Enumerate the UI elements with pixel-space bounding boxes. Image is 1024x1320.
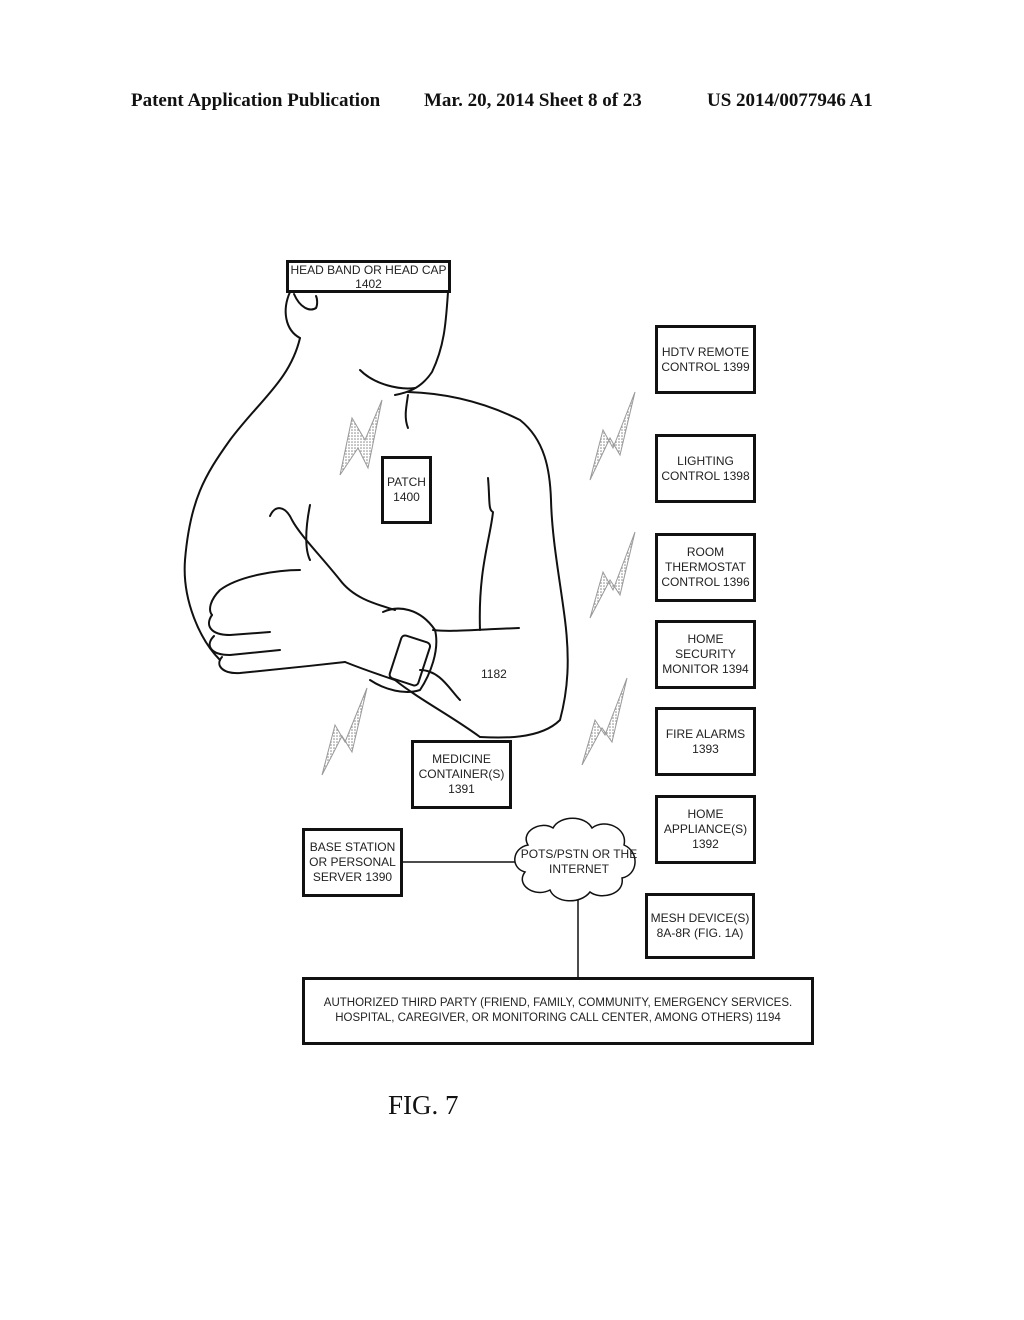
right-shoulder	[407, 391, 569, 739]
mesh-device-box: MESH DEVICE(S) 8A-8R (FIG. 1A)	[645, 893, 755, 959]
head-band-box: HEAD BAND OR HEAD CAP 1402	[286, 260, 451, 293]
hdtv-remote-box: HDTV REMOTE CONTROL 1399	[655, 325, 756, 394]
arm-crease	[419, 669, 461, 701]
lightning-icon	[589, 391, 636, 481]
neck-line	[404, 394, 409, 429]
lightning-icon	[321, 687, 368, 776]
lightning-icon	[581, 677, 628, 766]
finger-2	[208, 635, 281, 656]
finger-3	[218, 656, 346, 675]
medicine-container-box: MEDICINE CONTAINER(S) 1391	[411, 740, 512, 809]
lighting-control-box: LIGHTING CONTROL 1398	[655, 434, 756, 503]
hand-top	[209, 569, 301, 616]
cloud-label: POTS/PSTN OR THE INTERNET	[520, 847, 638, 876]
chest-line	[305, 504, 311, 561]
thermostat-box: ROOM THERMOSTAT CONTROL 1396	[655, 533, 756, 602]
home-appliance-box: HOME APPLIANCE(S) 1392	[655, 795, 756, 864]
patch-box: PATCH 1400	[381, 456, 432, 524]
fire-alarms-box: FIRE ALARMS 1393	[655, 707, 756, 776]
ear-outline	[284, 291, 301, 339]
chin-line	[359, 369, 416, 390]
figure-caption: FIG. 7	[388, 1090, 459, 1120]
left-shoulder	[183, 337, 301, 661]
hand-bottom	[344, 661, 396, 681]
ear-inner	[293, 293, 319, 311]
watch-band	[369, 607, 438, 693]
thumb	[269, 507, 396, 611]
forearm-bottom	[394, 679, 481, 738]
watch-face	[388, 634, 432, 687]
body-reference-label: 1182	[481, 667, 507, 681]
figure-drawing	[183, 291, 636, 978]
lightning-icon	[339, 399, 383, 476]
authorized-third-party-box: AUTHORIZED THIRD PARTY (FRIEND, FAMILY, …	[302, 977, 814, 1045]
base-station-box: BASE STATION OR PERSONAL SERVER 1390	[302, 828, 403, 897]
finger-1	[208, 614, 271, 636]
lightning-icon	[589, 531, 636, 619]
face-outline	[394, 291, 449, 396]
home-security-box: HOME SECURITY MONITOR 1394	[655, 620, 756, 689]
forearm-top	[432, 627, 520, 632]
inner-arm-line	[478, 477, 494, 631]
